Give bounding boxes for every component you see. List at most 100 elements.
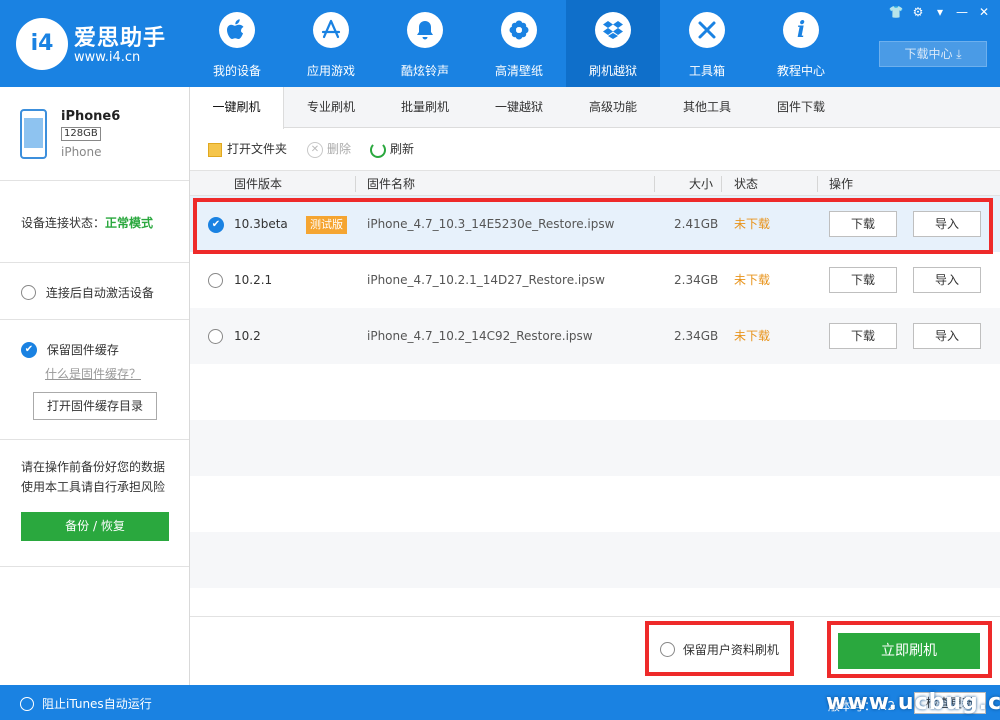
- tab-one-click-flash[interactable]: 一键刷机: [190, 87, 284, 129]
- beta-badge: 测试版: [306, 196, 347, 252]
- row-version: 10.2.1: [234, 273, 273, 287]
- risk-line-2: 使用本工具请自行承担风险: [21, 480, 166, 494]
- import-button[interactable]: 导入: [913, 267, 981, 293]
- keep-user-data-option[interactable]: 保留用户资料刷机: [660, 641, 779, 658]
- open-folder-label: 打开文件夹: [227, 142, 288, 156]
- auto-activate-label: 连接后自动激活设备: [45, 286, 154, 300]
- top-bar: i4 爱思助手 www.i4.cn 我的设备 应用游戏 酷炫铃声 高清壁纸 刷机…: [0, 0, 1000, 87]
- nav-label: 工具箱: [688, 64, 725, 78]
- row-select[interactable]: [208, 308, 223, 364]
- auto-activate-option[interactable]: 连接后自动激活设备: [0, 263, 189, 320]
- refresh-label: 刷新: [390, 142, 415, 156]
- risk-warning-section: 请在操作前备份好您的数据 使用本工具请自行承担风险 备份 / 恢复: [0, 440, 189, 567]
- nav-my-device[interactable]: 我的设备: [190, 0, 284, 87]
- row-name: iPhone_4.7_10.2.1_14D27_Restore.ipsw: [367, 273, 605, 287]
- beta-tag: 测试版: [306, 215, 347, 234]
- tab-firmware-download[interactable]: 固件下载: [754, 87, 848, 128]
- nav-wallpapers[interactable]: 高清壁纸: [472, 0, 566, 87]
- nav-flash-jailbreak[interactable]: 刷机越狱: [566, 0, 660, 87]
- row-select[interactable]: [208, 252, 223, 308]
- import-button[interactable]: 导入: [913, 323, 981, 349]
- block-itunes-option[interactable]: 阻止iTunes自动运行: [20, 695, 152, 712]
- import-button[interactable]: 导入: [913, 211, 981, 237]
- device-info: iPhone6 128GB iPhone: [0, 87, 189, 181]
- row-size: 2.41GB: [674, 217, 719, 231]
- download-center-button[interactable]: 下载中心 ⤓: [879, 41, 987, 67]
- nav-toolbox[interactable]: 工具箱: [660, 0, 754, 87]
- table-row[interactable]: ✔ 10.3beta 测试版 iPhone_4.7_10.3_14E5230e_…: [190, 196, 1000, 252]
- tab-other-tools[interactable]: 其他工具: [660, 87, 754, 128]
- tab-advanced[interactable]: 高级功能: [566, 87, 660, 128]
- left-panel: iPhone6 128GB iPhone 设备连接状态：正常模式 连接后自动激活…: [0, 87, 190, 685]
- auto-activate-radio[interactable]: [21, 285, 36, 300]
- risk-line-1: 请在操作前备份好您的数据: [21, 460, 166, 474]
- table-row[interactable]: 10.2 iPhone_4.7_10.2_14C92_Restore.ipsw …: [190, 308, 1000, 364]
- nav-label: 应用游戏: [306, 64, 355, 78]
- flower-icon: [501, 12, 537, 48]
- watermark: www.ucbug.cc: [826, 690, 1000, 715]
- device-name: iPhone6: [61, 109, 121, 124]
- tab-bar: 一键刷机 专业刷机 批量刷机 一键越狱 高级功能 其他工具 固件下载: [190, 87, 1000, 129]
- refresh-button[interactable]: 刷新: [370, 140, 414, 158]
- nav-label: 高清壁纸: [494, 64, 543, 78]
- toolbar: 打开文件夹 ✕ 删除 刷新: [190, 128, 1000, 170]
- open-cache-dir-button[interactable]: 打开固件缓存目录: [33, 392, 157, 420]
- keep-cache-label: 保留固件缓存: [46, 343, 119, 357]
- app-logo: i4 爱思助手 www.i4.cn: [16, 14, 176, 74]
- row-status: 未下载: [734, 217, 771, 231]
- empty-row: [190, 476, 1000, 532]
- delete-icon: ✕: [307, 141, 323, 158]
- nav-label: 酷炫铃声: [400, 64, 449, 78]
- main-nav: 我的设备 应用游戏 酷炫铃声 高清壁纸 刷机越狱 工具箱 i 教程中心: [190, 0, 848, 87]
- tools-icon: [689, 12, 725, 48]
- flash-now-button[interactable]: 立即刷机: [838, 633, 980, 669]
- close-icon[interactable]: ✕: [976, 4, 992, 20]
- nav-tutorials[interactable]: i 教程中心: [754, 0, 848, 87]
- delete-label: 删除: [327, 142, 352, 156]
- block-itunes-label: 阻止iTunes自动运行: [42, 697, 152, 711]
- what-is-cache-link[interactable]: 什么是固件缓存？: [45, 365, 141, 382]
- tab-pro-flash[interactable]: 专业刷机: [284, 87, 378, 128]
- table-row[interactable]: 10.2.1 iPhone_4.7_10.2.1_14D27_Restore.i…: [190, 252, 1000, 308]
- download-button[interactable]: 下载: [829, 323, 897, 349]
- refresh-icon: [370, 141, 386, 158]
- apple-icon: [219, 12, 255, 48]
- connection-mode: 正常模式: [105, 216, 154, 230]
- row-size: 2.34GB: [674, 273, 719, 287]
- download-button[interactable]: 下载: [829, 211, 897, 237]
- header-version: 固件版本: [234, 177, 283, 191]
- app-title: 爱思助手: [74, 26, 167, 51]
- checkmark-icon[interactable]: ✔: [208, 216, 224, 233]
- gear-icon[interactable]: ⚙: [910, 4, 926, 20]
- tab-one-click-jailbreak[interactable]: 一键越狱: [472, 87, 566, 128]
- checkmark-icon[interactable]: ✔: [21, 341, 37, 358]
- menu-icon[interactable]: ▾: [932, 4, 948, 20]
- window-controls: 👕 ⚙ ▾ — ✕: [888, 4, 992, 20]
- table-header: 固件版本 固件名称 大小 状态 操作: [190, 170, 1000, 196]
- row-radio[interactable]: [208, 329, 223, 344]
- minimize-icon[interactable]: —: [954, 4, 970, 20]
- nav-label: 刷机越狱: [588, 64, 637, 78]
- row-version: 10.2: [234, 329, 261, 343]
- row-status: 未下载: [734, 329, 771, 343]
- nav-apps-games[interactable]: 应用游戏: [284, 0, 378, 87]
- download-button[interactable]: 下载: [829, 267, 897, 293]
- tab-batch-flash[interactable]: 批量刷机: [378, 87, 472, 128]
- row-name: iPhone_4.7_10.2_14C92_Restore.ipsw: [367, 329, 593, 343]
- row-radio[interactable]: [208, 273, 223, 288]
- logo-mark-icon: i4: [16, 18, 68, 70]
- app-store-icon: [313, 12, 349, 48]
- skin-icon[interactable]: 👕: [888, 4, 904, 20]
- nav-label: 教程中心: [776, 64, 825, 78]
- backup-restore-button[interactable]: 备份 / 恢复: [21, 512, 169, 541]
- delete-button[interactable]: ✕ 删除: [307, 140, 351, 158]
- block-itunes-radio[interactable]: [20, 696, 34, 711]
- phone-icon: [20, 109, 47, 159]
- row-select[interactable]: ✔: [208, 196, 224, 252]
- app-url: www.i4.cn: [74, 50, 141, 65]
- keep-user-data-radio[interactable]: [660, 642, 675, 657]
- nav-ringtones[interactable]: 酷炫铃声: [378, 0, 472, 87]
- connection-status: 设备连接状态：正常模式: [0, 181, 189, 263]
- header-name: 固件名称: [367, 177, 416, 191]
- open-folder-button[interactable]: 打开文件夹: [208, 140, 287, 158]
